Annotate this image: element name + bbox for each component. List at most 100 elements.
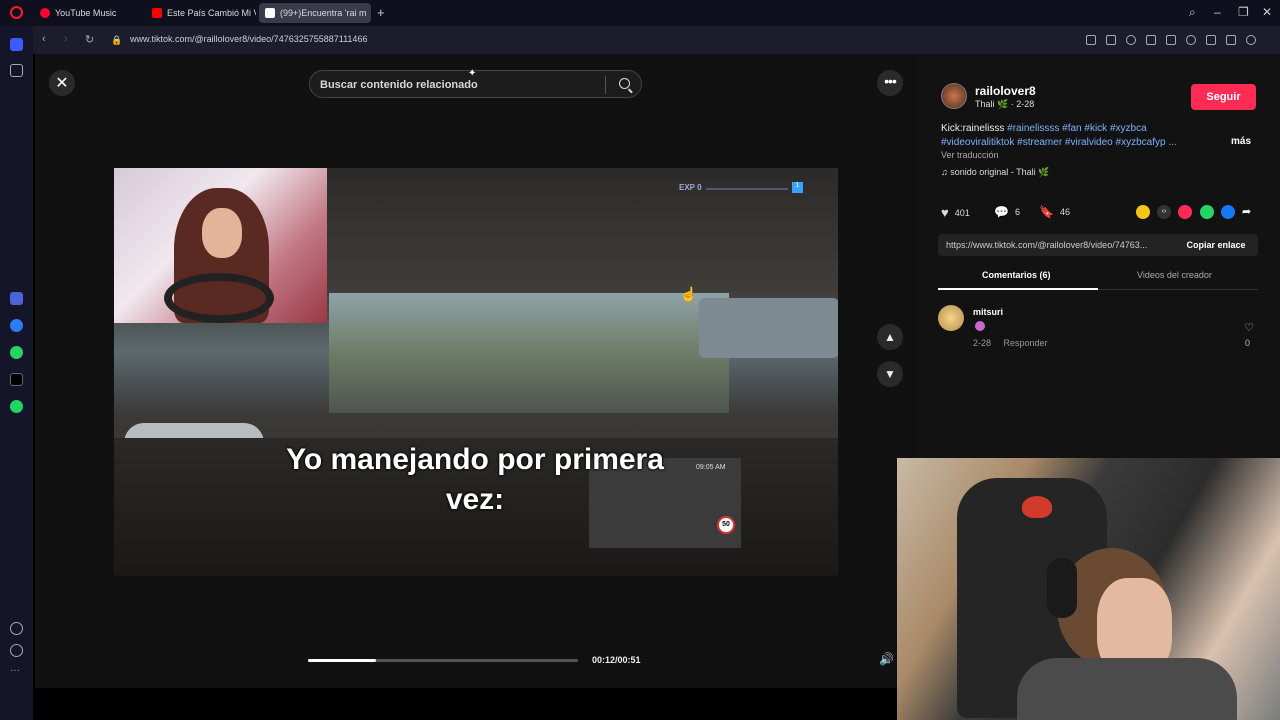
home-icon[interactable]	[10, 38, 23, 51]
comment-emoji-icon	[975, 321, 985, 331]
lock-icon: 🔒	[111, 35, 123, 45]
tab-youtube-music[interactable]: YouTube Music	[34, 3, 142, 23]
video-description: Kick:rainelisss #rainelissss #fan #kick …	[941, 122, 1241, 150]
comment-meta: 2-28 Responder	[973, 338, 1048, 348]
active-tab-indicator	[938, 288, 1098, 290]
comment-like-icon[interactable]: ♡	[1242, 321, 1256, 334]
star-icon[interactable]	[10, 64, 23, 77]
aria-icon[interactable]	[10, 292, 23, 305]
spotify-icon[interactable]	[10, 400, 23, 413]
related-search-bar[interactable]: Buscar contenido relacionado ✦	[309, 68, 642, 98]
sparkle-icon: ✦	[468, 68, 477, 79]
like-count: 401	[954, 207, 970, 218]
share-link-box: https://www.tiktok.com/@railolover8/vide…	[938, 234, 1258, 256]
youtube-music-icon	[40, 8, 50, 18]
comment-date: 2-28	[973, 338, 992, 348]
mouse-cursor-icon: ☝	[680, 286, 698, 302]
save-count: 46	[1059, 207, 1070, 217]
copy-link-button[interactable]: Copiar enlace	[1174, 234, 1258, 256]
new-tab-icon[interactable]: +	[377, 5, 385, 20]
youtube-icon	[152, 8, 162, 18]
steering-wheel	[164, 273, 274, 323]
whatsapp-share-icon[interactable]	[1200, 205, 1214, 219]
translate-link[interactable]: Ver traducción	[941, 150, 999, 160]
comment-count: 6	[1014, 207, 1020, 217]
tab-youtube-video[interactable]: Este País Cambió Mi Vida	[146, 3, 256, 23]
tab-tiktok[interactable]: (99+)Encuentra 'rai m	[259, 3, 371, 23]
heart-icon[interactable]	[1186, 35, 1196, 45]
volume-icon[interactable]: 🔊	[879, 652, 897, 668]
headphones	[1047, 558, 1077, 618]
comment-stat[interactable]: 💬 6	[994, 205, 1020, 219]
chair-logo	[1022, 496, 1052, 518]
more-options-icon[interactable]: •••	[877, 70, 903, 96]
extension-icon[interactable]	[1146, 35, 1156, 45]
bottom-bar	[35, 688, 897, 720]
comment-icon: 💬	[994, 205, 1009, 219]
exp-bar	[706, 188, 788, 190]
shield-icon[interactable]	[1126, 35, 1136, 45]
creator-avatar[interactable]	[941, 83, 967, 109]
video-caption: Yo manejando por primera vez:	[270, 440, 680, 520]
back-icon[interactable]: ‹	[42, 33, 46, 45]
progress-bar[interactable]	[308, 659, 578, 662]
share-arrow-icon[interactable]: ➦	[1242, 205, 1256, 219]
search-tabs-icon[interactable]: ⌕	[1189, 5, 1196, 20]
share-link[interactable]: https://www.tiktok.com/@railolover8/vide…	[946, 240, 1171, 250]
opera-logo-icon[interactable]	[10, 6, 23, 19]
tab-creator-videos[interactable]: Videos del creador	[1137, 270, 1212, 280]
save-stat[interactable]: 🔖 46	[1039, 205, 1070, 219]
streamer-face	[202, 208, 242, 258]
reload-icon[interactable]: ↻	[85, 33, 94, 46]
search-icon[interactable]	[619, 78, 630, 89]
creator-username[interactable]: railolover8	[975, 84, 1036, 98]
tiktok-icon	[265, 8, 275, 18]
rear-mirror	[699, 298, 838, 358]
profile-icon[interactable]	[1246, 35, 1256, 45]
x-icon[interactable]	[10, 373, 23, 386]
send-icon[interactable]	[1178, 205, 1192, 219]
follow-button[interactable]: Seguir	[1191, 84, 1256, 110]
more-link[interactable]: más	[1231, 136, 1251, 147]
close-window-icon[interactable]: ✕	[1262, 5, 1272, 19]
previous-video-icon[interactable]: ▲	[877, 324, 903, 350]
commenter-avatar[interactable]	[938, 305, 964, 331]
hashtags-line-2[interactable]: #videoviralitiktok #streamer #viralvideo…	[941, 137, 1177, 148]
sound-link[interactable]: ♫ sonido original - Thali 🌿	[941, 167, 1049, 178]
browser-sidebar: ···	[0, 26, 33, 720]
commenter-name[interactable]: mitsuri	[973, 307, 1003, 317]
whatsapp-icon[interactable]	[10, 346, 23, 359]
reply-link[interactable]: Responder	[1004, 338, 1048, 348]
video-info-panel	[917, 54, 1280, 458]
tab-label: (99+)Encuentra 'rai m	[280, 8, 367, 18]
tab-comments[interactable]: Comentarios (6)	[982, 270, 1051, 280]
close-icon[interactable]: ✕	[49, 70, 75, 96]
divider	[605, 76, 606, 94]
messenger-icon[interactable]	[10, 319, 23, 332]
next-video-icon[interactable]: ▼	[877, 361, 903, 387]
person-body	[1017, 658, 1237, 720]
hud-clock: 09:05 AM	[696, 464, 726, 471]
maximize-icon[interactable]: ❐	[1238, 5, 1249, 19]
flow-icon[interactable]	[1166, 35, 1176, 45]
edit-icon[interactable]	[1086, 35, 1096, 45]
coin-share-icon[interactable]	[1136, 205, 1150, 219]
download-icon[interactable]	[1206, 35, 1216, 45]
history-icon[interactable]	[10, 644, 23, 657]
more-sidebar-icon[interactable]: ···	[10, 666, 23, 679]
embed-icon[interactable]: ‹›	[1157, 205, 1171, 219]
url-field[interactable]: www.tiktok.com/@raillolover8/video/74763…	[130, 34, 367, 44]
like-stat[interactable]: ♥ 401	[941, 205, 970, 220]
forward-icon[interactable]: ›	[64, 33, 68, 45]
caption-line-1: Yo manejando por primera	[286, 443, 664, 476]
creator-subline: Thali 🌿 · 2-28	[975, 99, 1035, 109]
menu-icon[interactable]	[1226, 35, 1236, 45]
tab-label: YouTube Music	[55, 8, 117, 18]
hashtags-line-1[interactable]: #rainelissss #fan #kick #xyzbca	[1007, 123, 1147, 134]
camera-icon[interactable]	[1106, 35, 1116, 45]
facebook-share-icon[interactable]	[1221, 205, 1235, 219]
caption-line-2: vez:	[445, 483, 505, 516]
minimize-icon[interactable]: –	[1214, 5, 1221, 19]
search-input[interactable]: Buscar contenido relacionado	[320, 79, 478, 91]
heart-sidebar-icon[interactable]	[10, 622, 23, 635]
